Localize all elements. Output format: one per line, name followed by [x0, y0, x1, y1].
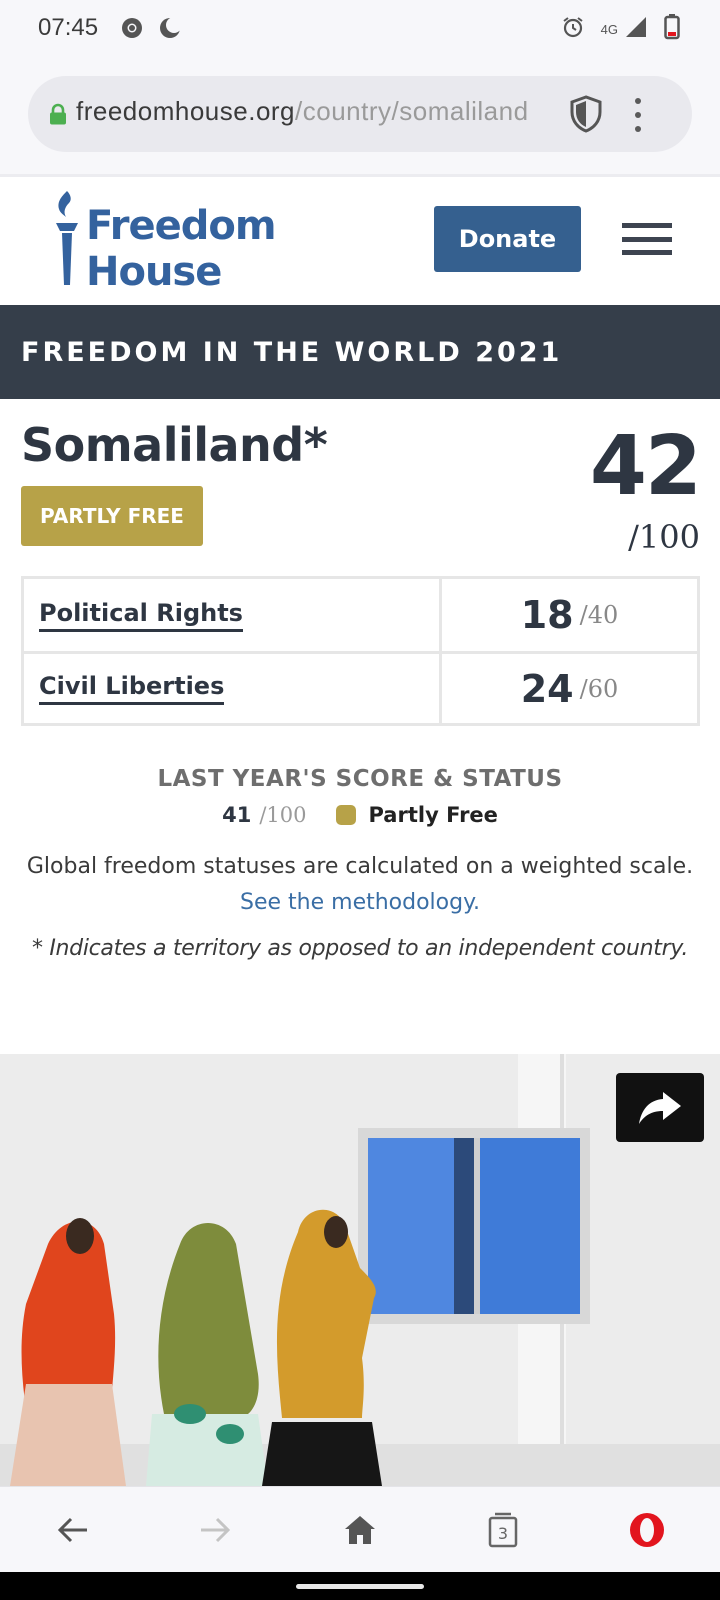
browser-bottom-nav: 3	[0, 1486, 720, 1572]
status-icons: 4G	[561, 14, 680, 44]
lock-icon[interactable]	[48, 103, 68, 129]
last-year-heading: LAST YEAR'S SCORE & STATUS	[157, 766, 563, 792]
status-bar: 07:45 4G	[0, 0, 720, 56]
last-year-status: Partly Free	[368, 803, 498, 827]
last-year-summary: 41 /100 Partly Free	[0, 803, 720, 827]
civil-liberties-max: /60	[579, 674, 619, 703]
table-row: Political Rights 18 /40	[24, 579, 697, 651]
table-row: Civil Liberties 24 /60	[24, 651, 697, 723]
political-rights-max: /40	[579, 601, 619, 629]
total-score: 42	[589, 419, 702, 514]
home-gesture-handle[interactable]	[296, 1584, 424, 1589]
last-year-score: 41	[222, 803, 252, 827]
chrome-icon	[120, 16, 144, 44]
torch-icon	[56, 191, 78, 285]
civil-liberties-score: 24	[520, 666, 574, 711]
score-value-cell: 18 /40	[442, 579, 697, 651]
back-button[interactable]	[48, 1505, 98, 1555]
arrow-right-icon	[201, 1517, 231, 1543]
score-table: Political Rights 18 /40 Civil Liberties …	[21, 576, 700, 726]
share-arrow-icon	[639, 1091, 681, 1124]
country-name: Somaliland*	[21, 418, 328, 472]
women-walking-image	[0, 1054, 720, 1486]
weighted-scale-note: Global freedom statuses are calculated o…	[26, 854, 694, 879]
moon-icon	[158, 16, 182, 44]
gesture-bar	[0, 1572, 720, 1600]
browser-toolbar: freedomhouse.org/country/somaliland	[0, 56, 720, 176]
political-rights-link[interactable]: Political Rights	[39, 599, 243, 632]
status-badge: PARTLY FREE	[21, 486, 203, 546]
score-value-cell: 24 /60	[442, 654, 697, 723]
address-bar[interactable]: freedomhouse.org/country/somaliland	[28, 76, 692, 152]
shield-icon[interactable]	[568, 94, 604, 138]
donate-button[interactable]: Donate	[434, 206, 581, 272]
network-type: 4G	[600, 21, 618, 37]
tabs-button[interactable]: 3	[478, 1505, 528, 1555]
logo-line-2: House	[86, 249, 222, 295]
battery-icon	[664, 14, 680, 44]
territory-footnote: * Indicates a territory as opposed to an…	[31, 936, 689, 961]
alarm-icon	[561, 15, 585, 43]
civil-liberties-link[interactable]: Civil Liberties	[39, 672, 225, 705]
score-label-cell: Political Rights	[24, 579, 442, 651]
share-button[interactable]	[616, 1073, 704, 1142]
forward-button[interactable]	[190, 1505, 240, 1555]
score-label-cell: Civil Liberties	[24, 654, 442, 723]
hero-photo	[0, 1054, 720, 1486]
total-score-max: /100	[628, 518, 700, 556]
opera-logo-icon	[630, 1513, 664, 1547]
url-path: /country/somaliland	[295, 96, 529, 126]
arrow-left-icon	[57, 1517, 87, 1543]
tab-count: 3	[497, 1523, 509, 1543]
status-dot-icon	[336, 805, 357, 825]
hamburger-menu-icon[interactable]	[622, 223, 672, 255]
opera-menu-button[interactable]	[622, 1505, 672, 1555]
url-host: freedomhouse.org	[76, 96, 296, 126]
banner-title: FREEDOM IN THE WORLD 2021	[21, 337, 563, 368]
home-icon	[345, 1516, 375, 1544]
signal-icon	[624, 15, 648, 43]
url-text[interactable]: freedomhouse.org/country/somaliland	[76, 96, 546, 132]
status-time: 07:45	[38, 14, 99, 41]
political-rights-score: 18	[520, 593, 574, 637]
last-year-max: /100	[259, 803, 307, 827]
logo-line-1: Freedom	[86, 203, 277, 249]
methodology-link[interactable]: See the methodology.	[0, 890, 720, 915]
logo-wordmark: Freedom House	[86, 203, 277, 295]
browser-menu-icon[interactable]	[632, 98, 644, 132]
freedom-house-logo[interactable]: Freedom House	[52, 189, 282, 295]
report-banner: FREEDOM IN THE WORLD 2021	[0, 305, 720, 399]
site-header: Freedom House Donate	[0, 177, 720, 305]
home-button[interactable]	[335, 1505, 385, 1555]
